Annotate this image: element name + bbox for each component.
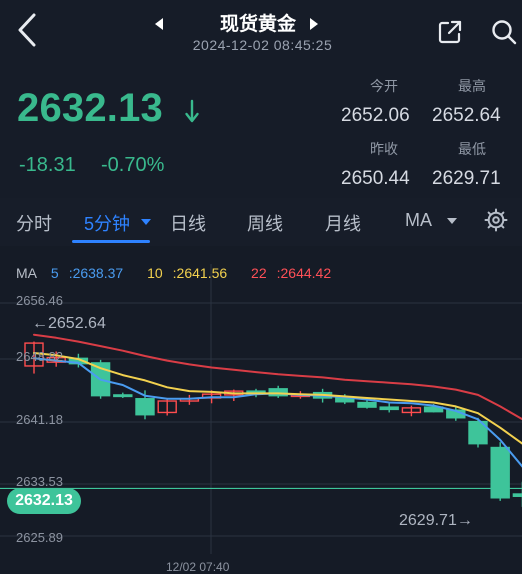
candle-body: [113, 394, 133, 398]
tab-daily[interactable]: 日线: [170, 210, 206, 234]
candle: [179, 394, 200, 405]
candle: [401, 405, 422, 417]
dropdown-caret-icon: [141, 219, 151, 225]
y-tick-label: 2625.89: [16, 530, 63, 545]
candlestick-chart[interactable]: MA 5:2638.37 10:2641.56 22:2644.42 2656.…: [0, 246, 522, 574]
quote-panel: 2632.13 -18.31 -0.70% 今开 2652.06 最高 2652…: [0, 64, 522, 198]
candle: [157, 398, 177, 416]
ma-dropdown-caret-icon: [447, 218, 457, 224]
y-tick-label: 2633.53: [16, 474, 63, 489]
candles: [24, 341, 522, 507]
share-icon: [438, 20, 462, 44]
last-price: 2632.13: [17, 86, 163, 130]
candle-body: [135, 398, 155, 416]
y-tick-label: 2641.18: [16, 412, 63, 427]
triangle-left-icon: [155, 18, 163, 30]
title-group: 现货黄金 2024-12-02 08:45:25: [140, 6, 385, 58]
candle: [268, 385, 288, 398]
candle-body: [379, 406, 399, 411]
header: 现货黄金 2024-12-02 08:45:25: [0, 0, 522, 64]
open-label: 今开: [370, 78, 398, 94]
high-annotation: ←2652.64: [32, 315, 106, 332]
chart-period-tabs: 分时 5分钟 日线 周线 月线 MA: [0, 198, 522, 247]
chart-settings-button[interactable]: [484, 208, 508, 232]
tab-ma[interactable]: MA: [405, 210, 457, 234]
arrow-down-icon: [185, 99, 199, 123]
tab-5-minute[interactable]: 5分钟: [84, 210, 151, 234]
low-annotation-value: 2629.71: [399, 512, 457, 529]
candle: [468, 417, 488, 448]
high-label: 最高: [458, 78, 486, 94]
low-value: 2629.71: [432, 168, 501, 189]
prev-close-label: 昨收: [370, 141, 398, 157]
current-price-tag: 2632.13: [7, 488, 81, 514]
datetime: 2024-12-02 08:45:25: [192, 37, 333, 53]
page-title: 现货黄金: [219, 14, 296, 35]
candle-body: [357, 401, 377, 408]
y-tick-label: 2648.82: [16, 349, 63, 364]
tab-5-minute-label: 5分钟: [84, 214, 131, 234]
candle: [490, 442, 510, 501]
gear-icon: [484, 208, 508, 232]
tab-monthly[interactable]: 月线: [325, 210, 361, 234]
high-annotation-value: 2652.64: [48, 315, 106, 332]
price-change: -18.31: [19, 154, 76, 176]
search-icon: [492, 20, 517, 45]
tab-time-sharing[interactable]: 分时: [16, 210, 52, 234]
tab-ma-label: MA: [405, 210, 432, 230]
x-tick-label: 12/02 07:40: [166, 560, 230, 574]
candle: [379, 402, 399, 413]
candle-body: [490, 446, 510, 499]
open-value: 2652.06: [341, 105, 410, 126]
app-screen: 现货黄金 2024-12-02 08:45:25 2632.13 -18.31 …: [0, 0, 522, 574]
low-annotation: 2629.71→: [399, 512, 473, 529]
candle: [224, 389, 244, 402]
high-value: 2652.64: [432, 105, 501, 126]
triangle-right-icon: [310, 18, 318, 30]
price-change-percent: -0.70%: [101, 154, 165, 176]
share-button[interactable]: [434, 16, 466, 48]
search-button[interactable]: [488, 16, 520, 48]
next-instrument-button[interactable]: [305, 15, 323, 33]
candle-body: [512, 493, 522, 497]
chevron-left-icon: [18, 13, 36, 47]
previous-instrument-button[interactable]: [150, 15, 168, 33]
y-tick-label: 2656.46: [16, 293, 63, 308]
candle: [113, 392, 133, 398]
active-tab-indicator: [72, 240, 150, 243]
back-button[interactable]: [10, 10, 44, 50]
tab-weekly[interactable]: 周线: [247, 210, 283, 234]
candle: [512, 481, 522, 507]
low-label: 最低: [458, 141, 486, 157]
prev-close-value: 2650.44: [341, 168, 410, 189]
